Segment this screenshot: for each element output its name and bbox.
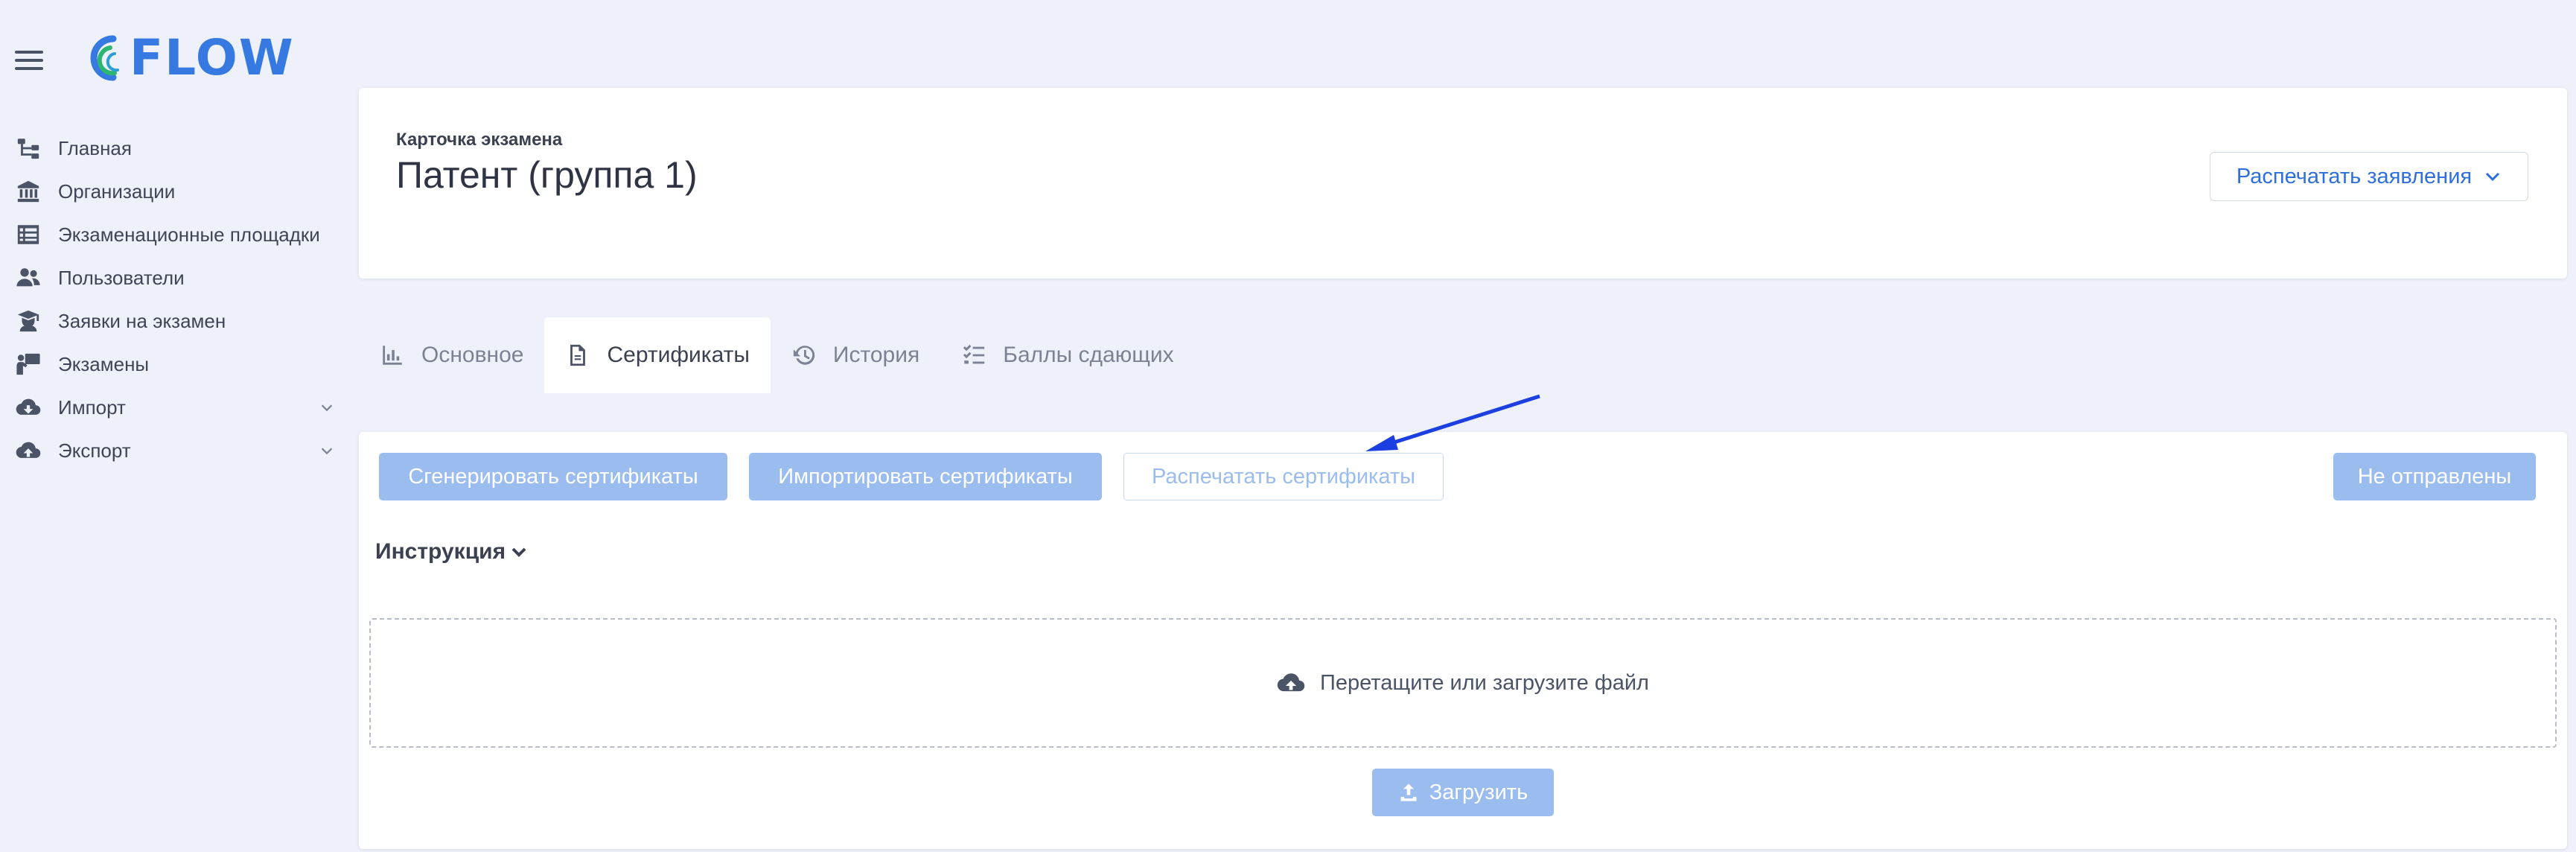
graduate-icon xyxy=(15,308,42,334)
cloud-download-icon xyxy=(15,394,42,421)
cloud-upload-icon xyxy=(15,437,42,464)
generate-certificates-button[interactable]: Сгенерировать сертификаты xyxy=(379,453,727,500)
chevron-down-icon xyxy=(2486,172,2500,182)
bank-icon xyxy=(15,178,42,205)
exam-tabs: Основное Сертификаты История Баллы сдающ… xyxy=(359,317,1195,393)
logo-text: FLOW xyxy=(130,29,295,86)
certificates-panel: Сгенерировать сертификаты Импортировать … xyxy=(359,432,2567,849)
sidebar: FLOW Главная Организации Экзаменационные… xyxy=(0,0,350,852)
presenter-icon xyxy=(15,351,42,378)
upload-label: Загрузить xyxy=(1429,780,1528,804)
chevron-down-icon[interactable] xyxy=(319,442,335,459)
sidebar-item-label: Главная xyxy=(58,136,132,159)
checklist-icon xyxy=(963,344,985,364)
history-icon xyxy=(793,346,815,365)
sidebar-item-import[interactable]: Импорт xyxy=(0,386,350,429)
file-dropzone[interactable]: Перетащите или загрузите файл xyxy=(369,618,2557,748)
flow-logo-mark-icon xyxy=(90,35,119,81)
tab-certificates[interactable]: Сертификаты xyxy=(544,317,771,393)
sidebar-item-label: Экспорт xyxy=(58,439,131,462)
instruction-label: Инструкция xyxy=(375,539,506,564)
import-certificates-button[interactable]: Импортировать сертификаты xyxy=(749,453,1102,500)
sidebar-item-label: Организации xyxy=(58,179,176,203)
cloud-upload-icon xyxy=(1277,673,1305,692)
chevron-down-icon xyxy=(511,547,526,557)
sidebar-item-exams[interactable]: Экзамены xyxy=(0,343,350,386)
print-applications-label: Распечатать заявления xyxy=(2236,164,2473,188)
sidebar-item-exam-applications[interactable]: Заявки на экзамен xyxy=(0,299,350,343)
upload-button[interactable]: Загрузить xyxy=(1372,769,1554,816)
not-sent-filter-button[interactable]: Не отправлены xyxy=(2333,453,2536,500)
menu-icon[interactable] xyxy=(15,51,43,70)
sitemap-icon xyxy=(15,135,42,162)
list-icon xyxy=(15,221,42,248)
page-subtitle: Карточка экзамена xyxy=(396,130,563,150)
tab-label: История xyxy=(832,343,920,367)
upload-icon xyxy=(1400,783,1417,801)
dropzone-label: Перетащите или загрузите файл xyxy=(1320,670,1649,695)
tab-label: Сертификаты xyxy=(607,343,750,367)
chevron-down-icon[interactable] xyxy=(319,399,335,416)
page-title: Патент (группа 1) xyxy=(396,154,698,196)
sidebar-item-exam-sites[interactable]: Экзаменационные площадки xyxy=(0,213,350,256)
sidebar-item-label: Экзамены xyxy=(58,352,150,375)
app-root: FLOW Главная Организации Экзаменационные… xyxy=(0,0,2576,852)
chart-icon xyxy=(383,346,402,365)
sidebar-item-label: Экзаменационные площадки xyxy=(58,223,320,246)
sidebar-item-label: Пользователи xyxy=(58,266,185,289)
sidebar-item-export[interactable]: Экспорт xyxy=(0,429,350,472)
sidebar-item-users[interactable]: Пользователи xyxy=(0,256,350,299)
tab-label: Основное xyxy=(421,343,524,367)
sidebar-item-label: Импорт xyxy=(58,395,126,419)
sidebar-item-home[interactable]: Главная xyxy=(0,127,350,170)
print-applications-button[interactable]: Распечатать заявления xyxy=(2210,152,2528,201)
sidebar-item-label: Заявки на экзамен xyxy=(58,309,226,332)
tab-scores[interactable]: Баллы сдающих xyxy=(940,317,1194,393)
users-icon xyxy=(15,264,42,291)
print-certificates-button[interactable]: Распечатать сертификаты xyxy=(1123,453,1444,500)
sidebar-nav: Главная Организации Экзаменационные площ… xyxy=(0,127,350,472)
logo[interactable]: FLOW xyxy=(80,28,295,88)
sidebar-item-organizations[interactable]: Организации xyxy=(0,170,350,213)
tab-label: Баллы сдающих xyxy=(1003,343,1174,367)
exam-header-card: Карточка экзамена Патент (группа 1) Расп… xyxy=(359,88,2567,279)
tab-history[interactable]: История xyxy=(771,317,940,393)
tab-main[interactable]: Основное xyxy=(359,317,544,393)
instruction-toggle[interactable]: Инструкция xyxy=(375,539,528,565)
document-icon xyxy=(570,344,586,366)
